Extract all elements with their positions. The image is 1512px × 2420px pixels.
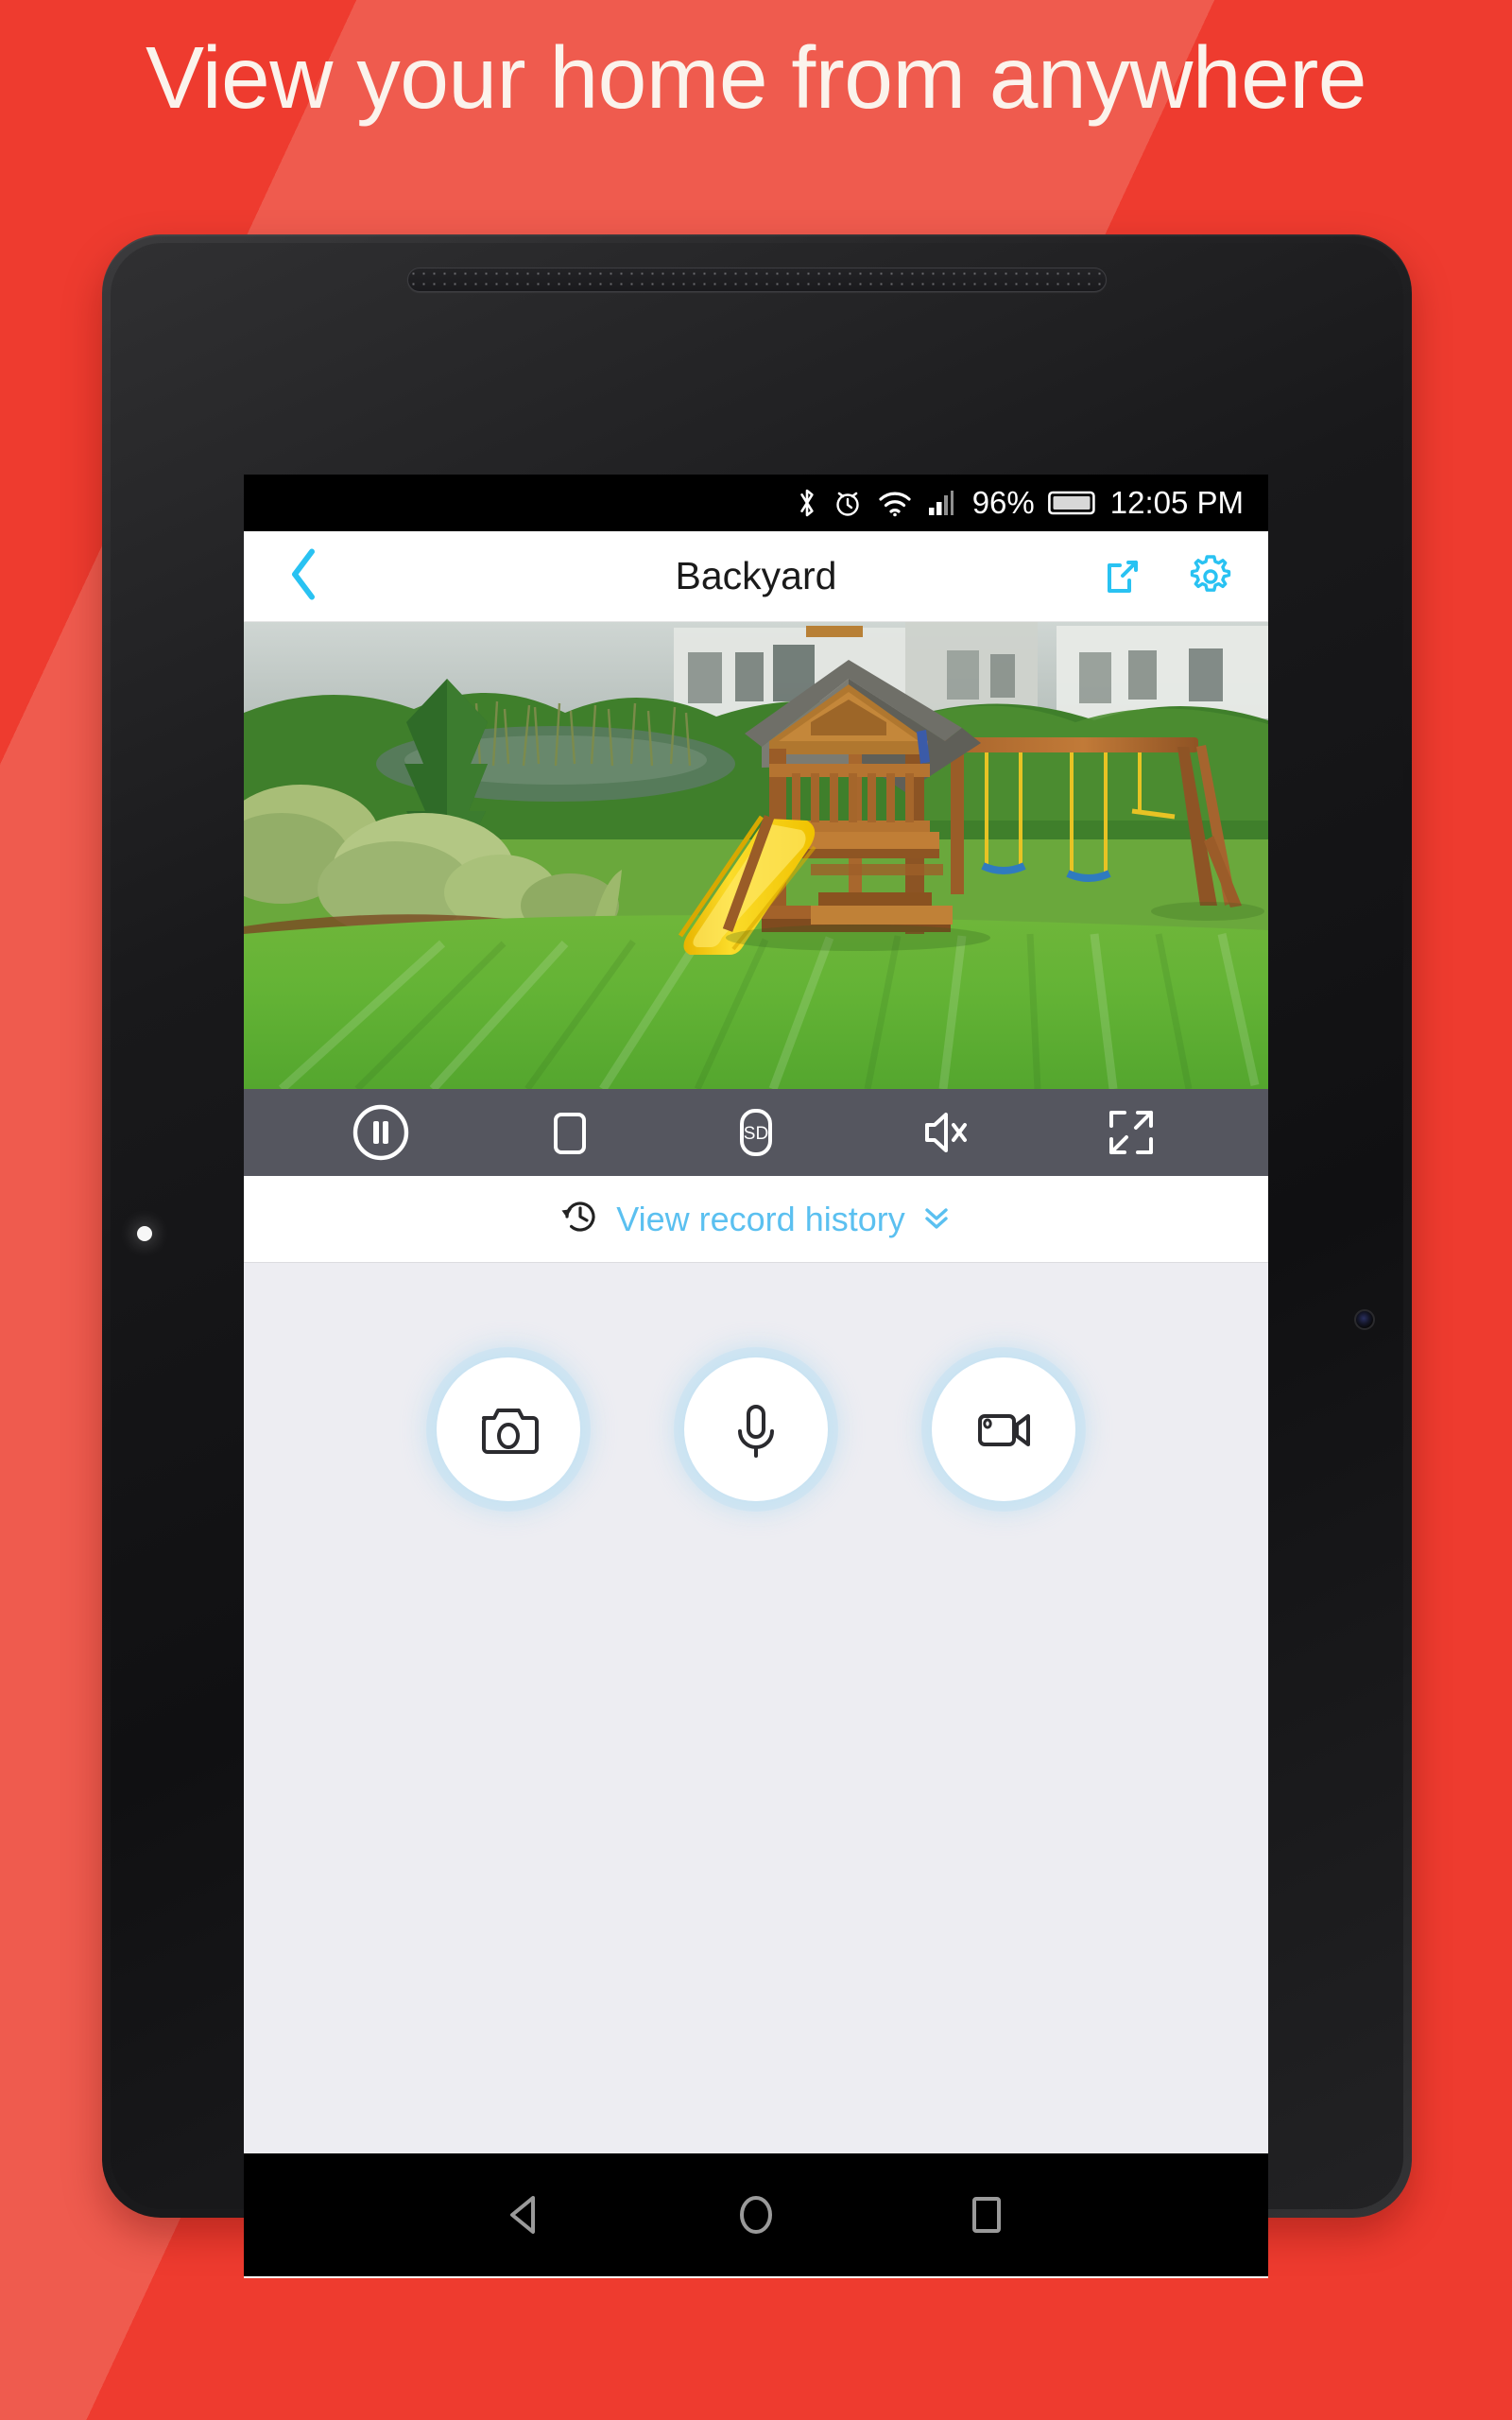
stop-square-icon[interactable] [474,1103,662,1162]
nav-recents-button[interactable] [960,2188,1013,2241]
talk-button[interactable] [684,1357,828,1501]
nav-home-button[interactable] [730,2188,782,2241]
tablet-device: 96% 12:05 PM Backyard SD View record his… [102,234,1412,2278]
pause-circle-icon[interactable] [287,1103,474,1162]
nav-back-button[interactable] [499,2188,552,2241]
video-control-bar: SD [244,1089,1268,1176]
bluetooth-icon [795,486,819,520]
microphone-icon [738,1405,774,1458]
view-record-history-row[interactable]: View record history [244,1176,1268,1263]
settings-gear-icon[interactable] [1187,553,1234,600]
action-button-panel [244,1263,1268,2153]
camera-icon [482,1409,539,1454]
speaker-muted-icon[interactable] [850,1105,1037,1160]
front-camera-icon [1354,1309,1375,1330]
video-camera-icon [978,1414,1030,1446]
share-icon[interactable] [1100,554,1145,599]
history-clock-icon [559,1196,601,1242]
status-bar-clock: 12:05 PM [1109,485,1244,520]
app-header: Backyard [244,531,1268,622]
snapshot-button[interactable] [437,1357,580,1501]
header-actions [1100,553,1234,600]
battery-full-icon [1047,489,1097,517]
promo-headline: View your home from anywhere [145,28,1367,127]
expand-icon[interactable] [1038,1105,1225,1160]
svg-text:SD: SD [744,1124,768,1144]
backyard-scene [244,622,1268,1089]
view-record-history-label: View record history [616,1199,905,1238]
led-indicator-dot [137,1226,152,1241]
sd-quality-icon[interactable]: SD [662,1103,850,1162]
android-nav-bar [244,2153,1268,2276]
speaker-grille-top [407,268,1107,292]
wifi-icon [876,488,914,518]
status-bar: 96% 12:05 PM [244,475,1268,531]
battery-percent-label: 96% [971,485,1035,520]
back-chevron-icon[interactable] [287,545,321,607]
record-button[interactable] [932,1357,1075,1501]
cellular-signal-icon [927,487,959,519]
double-chevron-down-icon[interactable] [920,1201,953,1237]
camera-live-view[interactable] [244,622,1268,1089]
tablet-screen: 96% 12:05 PM Backyard SD View record his… [244,475,1268,2278]
alarm-clock-icon [833,487,863,519]
